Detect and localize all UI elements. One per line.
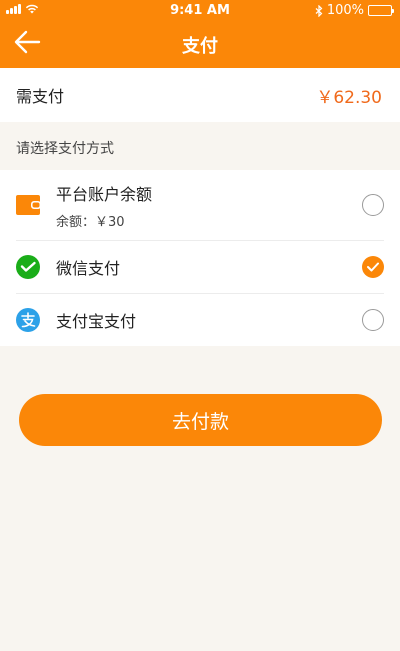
bluetooth-icon [315,4,323,17]
checkmark-icon [367,262,379,271]
radio-alipay[interactable] [362,308,384,331]
amount-due-row: 需支付 ￥62.30 [0,68,400,122]
status-right: 100% [315,3,394,18]
payment-method-balance[interactable]: 平台账户余额 余额：￥30 [0,170,400,240]
amount-due-value: ￥62.30 [316,87,382,108]
payment-method-name: 平台账户余额 [56,184,153,204]
battery-icon [368,5,394,16]
payment-method-alipay[interactable]: 支付宝支付 [0,293,400,346]
status-bar: 9:41 AM 100% [0,0,400,22]
alipay-icon [16,307,40,332]
wechat-pay-icon [16,254,40,279]
balance-amount: 余额：￥30 [56,214,125,230]
payment-method-wechat-text: 微信支付 [56,255,120,279]
payment-method-name: 支付宝支付 [56,311,137,331]
wallet-icon [16,193,40,217]
page-title: 支付 [182,36,218,57]
pay-now-button[interactable]: 去付款 [19,394,382,446]
payment-method-name: 微信支付 [56,258,121,278]
header-bar: 9:41 AM 100% 支付 [0,0,400,68]
amount-due-label: 需支付 [16,87,65,106]
payment-method-list: 平台账户余额 余额：￥30 微信支付 支付宝支付 [0,170,400,346]
payment-method-section-title: 请选择支付方式 [16,141,114,157]
radio-balance[interactable] [362,194,384,216]
payment-method-balance-text: 平台账户余额 余额：￥30 [56,181,152,230]
battery-percent: 100% [326,3,364,18]
payment-method-alipay-text: 支付宝支付 [56,308,136,332]
payment-method-wechat[interactable]: 微信支付 [0,240,400,293]
radio-wechat-checked[interactable] [362,255,384,278]
